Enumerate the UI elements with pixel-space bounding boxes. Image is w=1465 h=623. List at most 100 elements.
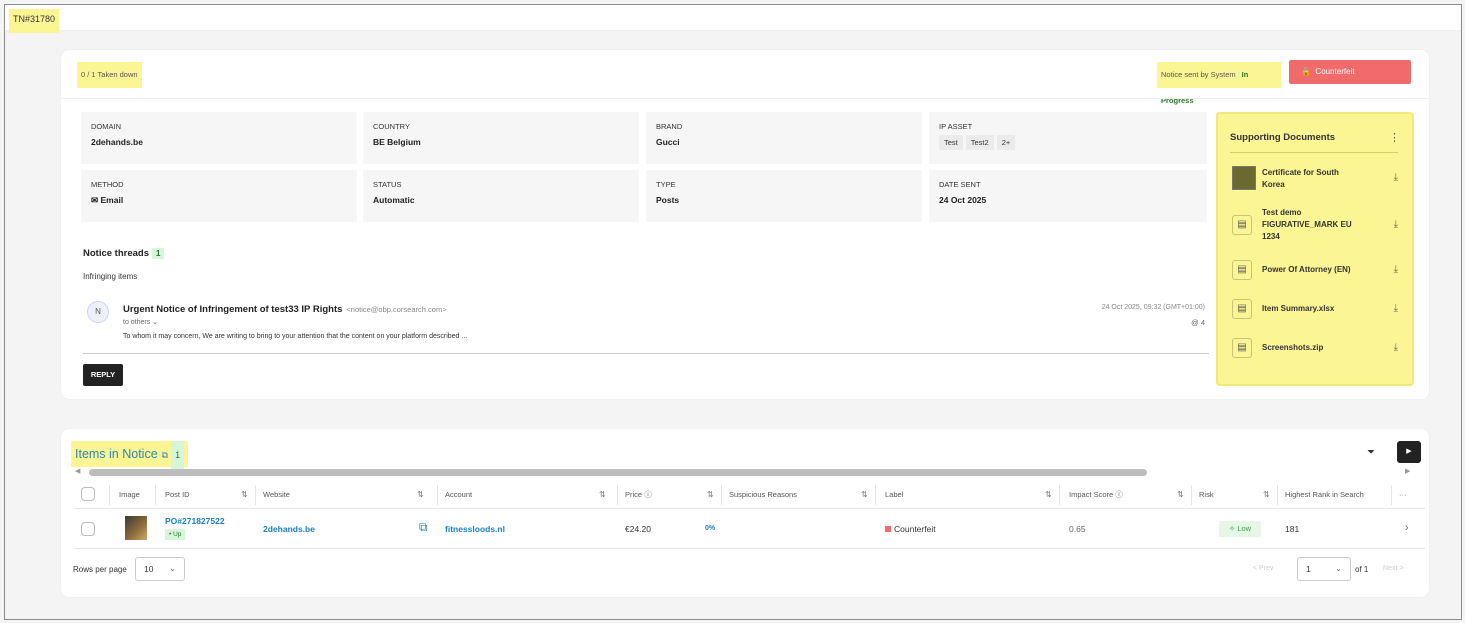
column-header-account[interactable]: Account xyxy=(445,481,472,509)
docs-title: Supporting Documents xyxy=(1230,132,1336,143)
document-item[interactable]: ▤ Test demo FIGURATIVE_MARK EU 1234 ⤓ xyxy=(1232,206,1402,244)
column-header-label[interactable]: Label xyxy=(885,481,903,509)
top-bar xyxy=(5,5,1461,31)
detail-label: STATUS xyxy=(373,180,402,189)
document-item[interactable]: ▤ Item Summary.xlsx ⤓ xyxy=(1232,295,1402,323)
column-header-price[interactable]: Price ⓘ xyxy=(625,481,652,509)
sort-icon[interactable]: ⇅ xyxy=(241,481,248,509)
column-divider xyxy=(617,485,618,505)
detail-label: DOMAIN xyxy=(91,122,121,131)
kebab-menu-icon[interactable]: ⋮ xyxy=(1389,131,1400,144)
reply-button[interactable]: REPLY xyxy=(83,364,123,386)
label-value: Counterfeit xyxy=(894,524,936,534)
header-divider xyxy=(61,98,1429,99)
post-id-link[interactable]: PO#271827522 xyxy=(165,516,225,526)
external-link-icon[interactable]: ⧉ xyxy=(419,520,428,535)
recipients-toggle[interactable]: to others ⌄ xyxy=(123,318,158,326)
detail-country: COUNTRY BE Belgium xyxy=(363,112,639,164)
row-expand-icon[interactable]: › xyxy=(1405,522,1409,534)
chevron-down-icon: ⌄ xyxy=(1335,564,1342,573)
notice-threads-title: Notice threads 1 xyxy=(83,248,165,259)
download-icon[interactable]: ⤓ xyxy=(1394,172,1398,183)
column-header-website[interactable]: Website xyxy=(263,481,290,509)
thread-divider xyxy=(83,353,1209,354)
sort-icon[interactable]: ⇅ xyxy=(1177,481,1184,509)
document-name: Certificate for South Korea xyxy=(1262,168,1339,189)
infringing-items-label: Infringing items xyxy=(83,272,138,281)
attachment-count[interactable]: @ 4 xyxy=(1061,318,1205,327)
items-title-text: Items in Notice xyxy=(75,447,158,461)
next-page-button[interactable]: Next > xyxy=(1383,565,1403,572)
sort-icon[interactable]: ⇅ xyxy=(599,481,606,509)
filter-icon[interactable]: ⏷ xyxy=(1367,447,1375,458)
external-link-icon[interactable]: ⧉ xyxy=(162,450,168,460)
document-item[interactable]: ▤ Power Of Attorney (EN) ⤓ xyxy=(1232,256,1402,284)
sort-icon[interactable]: ⇅ xyxy=(861,481,868,509)
document-name: Item Summary.xlsx xyxy=(1262,304,1335,313)
detail-ip-asset: IP ASSET Test Test2 2+ xyxy=(929,112,1207,164)
scroll-right-arrow[interactable]: ▶ xyxy=(1405,467,1410,475)
row-checkbox[interactable] xyxy=(81,522,95,536)
mail-icon: ✉ xyxy=(91,195,99,205)
select-all-checkbox[interactable] xyxy=(81,487,95,501)
column-divider xyxy=(437,485,438,505)
detail-label: COUNTRY xyxy=(373,122,410,131)
ip-asset-more-tag[interactable]: 2+ xyxy=(996,135,1016,150)
column-divider xyxy=(109,485,110,505)
play-button[interactable]: ▶ xyxy=(1397,441,1421,463)
detail-brand: BRAND Gucci xyxy=(646,112,922,164)
column-header-post-id[interactable]: Post ID xyxy=(165,481,190,509)
document-item[interactable]: ▤ Screenshots.zip ⤓ xyxy=(1232,334,1402,362)
sort-icon[interactable]: ⇅ xyxy=(1263,481,1270,509)
column-header-suspicious-reasons[interactable]: Suspicious Reasons xyxy=(729,481,797,509)
file-icon: ▤ xyxy=(1232,338,1252,358)
column-header-image: Image xyxy=(119,490,140,499)
sort-icon[interactable]: ⇅ xyxy=(707,481,714,509)
impact-score-value: 0.65 xyxy=(1069,524,1086,534)
sort-icon[interactable]: ⇅ xyxy=(1045,481,1052,509)
column-divider xyxy=(1191,485,1192,505)
column-header-risk[interactable]: Risk xyxy=(1199,481,1214,509)
counterfeit-swatch xyxy=(885,526,891,532)
sort-icon[interactable]: ⇅ xyxy=(417,481,424,509)
column-divider xyxy=(1391,485,1392,505)
download-icon[interactable]: ⤓ xyxy=(1394,219,1398,230)
thread-subject[interactable]: Urgent Notice of Infringement of test33 … xyxy=(123,304,447,315)
table-row[interactable]: PO#271827522 • Up 2dehands.be ⧉ fitnessl… xyxy=(75,509,1425,549)
ip-asset-tag[interactable]: Test2 xyxy=(965,135,994,150)
website-link[interactable]: 2dehands.be xyxy=(263,524,315,534)
detail-label: DATE SENT xyxy=(939,180,981,189)
price-value: €24.20 xyxy=(625,524,651,534)
prev-page-button[interactable]: < Prev xyxy=(1253,565,1273,572)
ip-asset-tag[interactable]: Test xyxy=(939,135,963,150)
threads-title-text: Notice threads xyxy=(83,248,149,259)
document-name: Screenshots.zip xyxy=(1262,343,1324,352)
counterfeit-label: Counterfeit xyxy=(1315,67,1355,76)
scroll-left-arrow[interactable]: ◀ xyxy=(75,467,80,475)
post-id-cell: PO#271827522 • Up xyxy=(165,516,225,540)
document-item[interactable]: Certificate for South Korea ⤓ xyxy=(1232,164,1402,194)
column-divider xyxy=(155,485,156,505)
download-icon[interactable]: ⤓ xyxy=(1394,342,1398,353)
page-value: 1 xyxy=(1306,564,1311,574)
column-divider xyxy=(1277,485,1278,505)
price-header-text: Price xyxy=(625,490,643,499)
detail-domain: DOMAIN 2dehands.be xyxy=(81,112,357,164)
page-select[interactable]: 1 ⌄ xyxy=(1297,557,1351,581)
ip-asset-tags: Test Test2 2+ xyxy=(939,135,1197,150)
rows-per-page-select[interactable]: 10 ⌄ xyxy=(135,557,185,581)
rows-per-page-label: Rows per page xyxy=(73,565,127,574)
chevron-down-icon: ⌄ xyxy=(169,564,176,573)
file-icon: ▤ xyxy=(1232,260,1252,280)
download-icon[interactable]: ⤓ xyxy=(1394,264,1398,275)
download-icon[interactable]: ⤓ xyxy=(1394,303,1398,314)
account-link[interactable]: fitnessloods.nl xyxy=(445,524,505,534)
column-header-highest-rank[interactable]: Highest Rank in Search xyxy=(1285,481,1364,509)
risk-badge: ✧ Low xyxy=(1219,521,1261,537)
counterfeit-button[interactable]: 🔒 Counterfeit xyxy=(1289,60,1411,84)
horizontal-scrollbar[interactable] xyxy=(89,469,1147,476)
more-columns-icon[interactable]: ··· xyxy=(1399,481,1407,509)
product-thumbnail[interactable] xyxy=(125,516,147,540)
column-header-impact-score[interactable]: Impact Score ⓘ xyxy=(1069,481,1123,509)
detail-value: Posts xyxy=(656,195,680,205)
